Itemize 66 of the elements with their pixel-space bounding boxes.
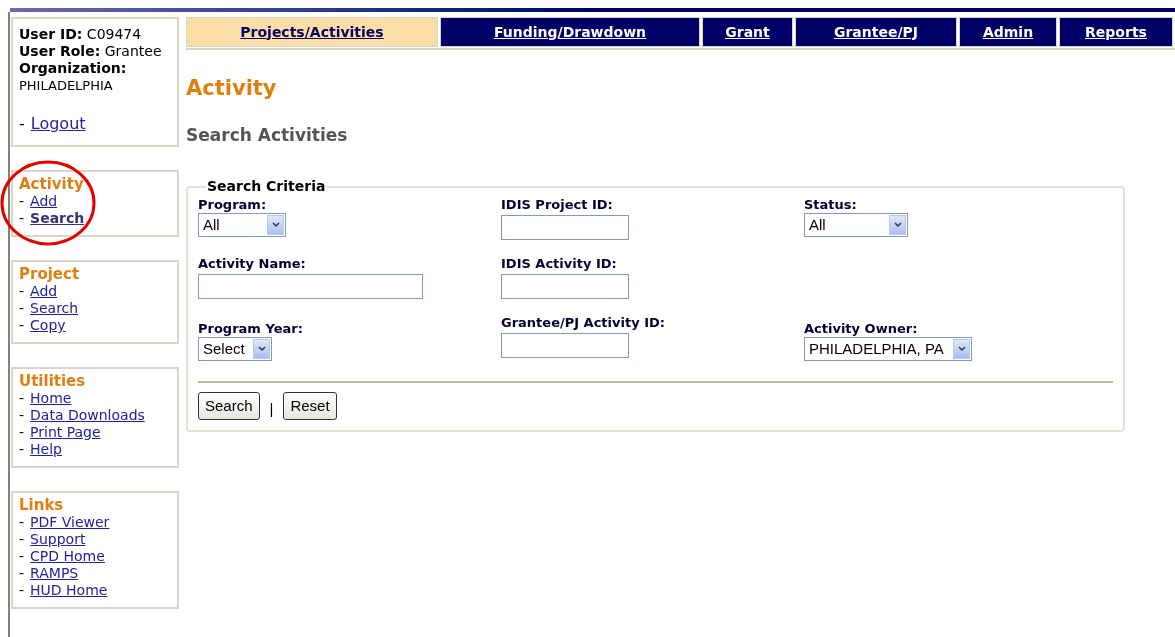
- select-field[interactable]: All: [198, 213, 286, 237]
- page-subtitle: Search Activities: [186, 123, 349, 147]
- sidebar-link[interactable]: HUD Home: [30, 582, 108, 599]
- sidebar-link[interactable]: Home: [30, 390, 72, 407]
- nav-tab[interactable]: Grantee/PJ: [795, 17, 957, 47]
- section-title: Links: [19, 497, 65, 514]
- organization-name: PHILADELPHIA: [19, 77, 114, 94]
- bullet-dash: -: [19, 548, 25, 565]
- sidebar-link[interactable]: Support: [30, 531, 86, 548]
- reset-button[interactable]: Reset: [283, 392, 337, 420]
- bullet-dash: -: [19, 283, 25, 300]
- panel-legend: Search Criteria: [206, 176, 327, 197]
- field-label: Status:: [804, 197, 858, 213]
- sidebar-link[interactable]: Search: [30, 300, 79, 317]
- sidebar-link[interactable]: PDF Viewer: [30, 514, 110, 531]
- input-field[interactable]: [501, 333, 629, 358]
- select-field[interactable]: Select: [198, 337, 272, 361]
- nav-tab[interactable]: Grant: [702, 17, 793, 47]
- bullet-dash: -: [19, 115, 25, 132]
- user-role: User Role: Grantee: [19, 43, 163, 60]
- input-field[interactable]: [198, 274, 423, 299]
- field-label: Program Year:: [198, 321, 304, 337]
- nav-tab[interactable]: Funding/Drawdown: [440, 17, 700, 47]
- section-title: Activity: [19, 176, 85, 193]
- nav-tab[interactable]: Reports: [1059, 17, 1173, 47]
- bullet-dash: -: [19, 514, 25, 531]
- page-title: Activity: [186, 75, 278, 102]
- sidebar-link[interactable]: Add: [30, 193, 58, 210]
- field-label: Activity Name:: [198, 256, 307, 272]
- bullet-dash: -: [19, 300, 25, 317]
- input-field[interactable]: [501, 215, 629, 240]
- sidebar-link[interactable]: Copy: [30, 317, 66, 334]
- bullet-dash: -: [19, 582, 25, 599]
- sidebar-link[interactable]: RAMPS: [30, 565, 79, 582]
- field-label: Activity Owner:: [804, 321, 919, 337]
- bullet-dash: -: [19, 407, 25, 424]
- select-field[interactable]: PHILADELPHIA, PA: [804, 337, 972, 361]
- section-title: Project: [19, 266, 81, 283]
- bullet-dash: -: [19, 390, 25, 407]
- sidebar-link[interactable]: CPD Home: [30, 548, 105, 565]
- bullet-dash: -: [19, 565, 25, 582]
- nav-tab[interactable]: Projects/Activities: [186, 17, 438, 47]
- section-title: Utilities: [19, 373, 87, 390]
- sidebar-link[interactable]: Help: [30, 441, 62, 458]
- sidebar-link[interactable]: Data Downloads: [30, 407, 145, 424]
- field-label: Grantee/PJ Activity ID:: [501, 315, 666, 331]
- logout-link[interactable]: Logout: [30, 115, 86, 132]
- sidebar-link[interactable]: Add: [30, 283, 58, 300]
- sidebar-link[interactable]: Print Page: [30, 424, 101, 441]
- nav-tab[interactable]: Admin: [959, 17, 1057, 47]
- bullet-dash: -: [19, 317, 25, 334]
- bullet-dash: -: [19, 424, 25, 441]
- bullet-dash: -: [19, 193, 25, 210]
- bullet-dash: -: [19, 210, 25, 227]
- user-id: User ID: C09474: [19, 26, 143, 43]
- button-separator: |: [269, 398, 274, 419]
- input-field[interactable]: [501, 274, 629, 299]
- field-label: IDIS Activity ID:: [501, 256, 618, 272]
- select-field[interactable]: All: [804, 213, 908, 237]
- organization-label: Organization:: [19, 60, 128, 77]
- sidebar-link[interactable]: Search: [30, 210, 85, 227]
- search-button[interactable]: Search: [198, 392, 260, 420]
- field-label: Program:: [198, 197, 268, 213]
- bullet-dash: -: [19, 531, 25, 548]
- field-label: IDIS Project ID:: [501, 197, 614, 213]
- bullet-dash: -: [19, 441, 25, 458]
